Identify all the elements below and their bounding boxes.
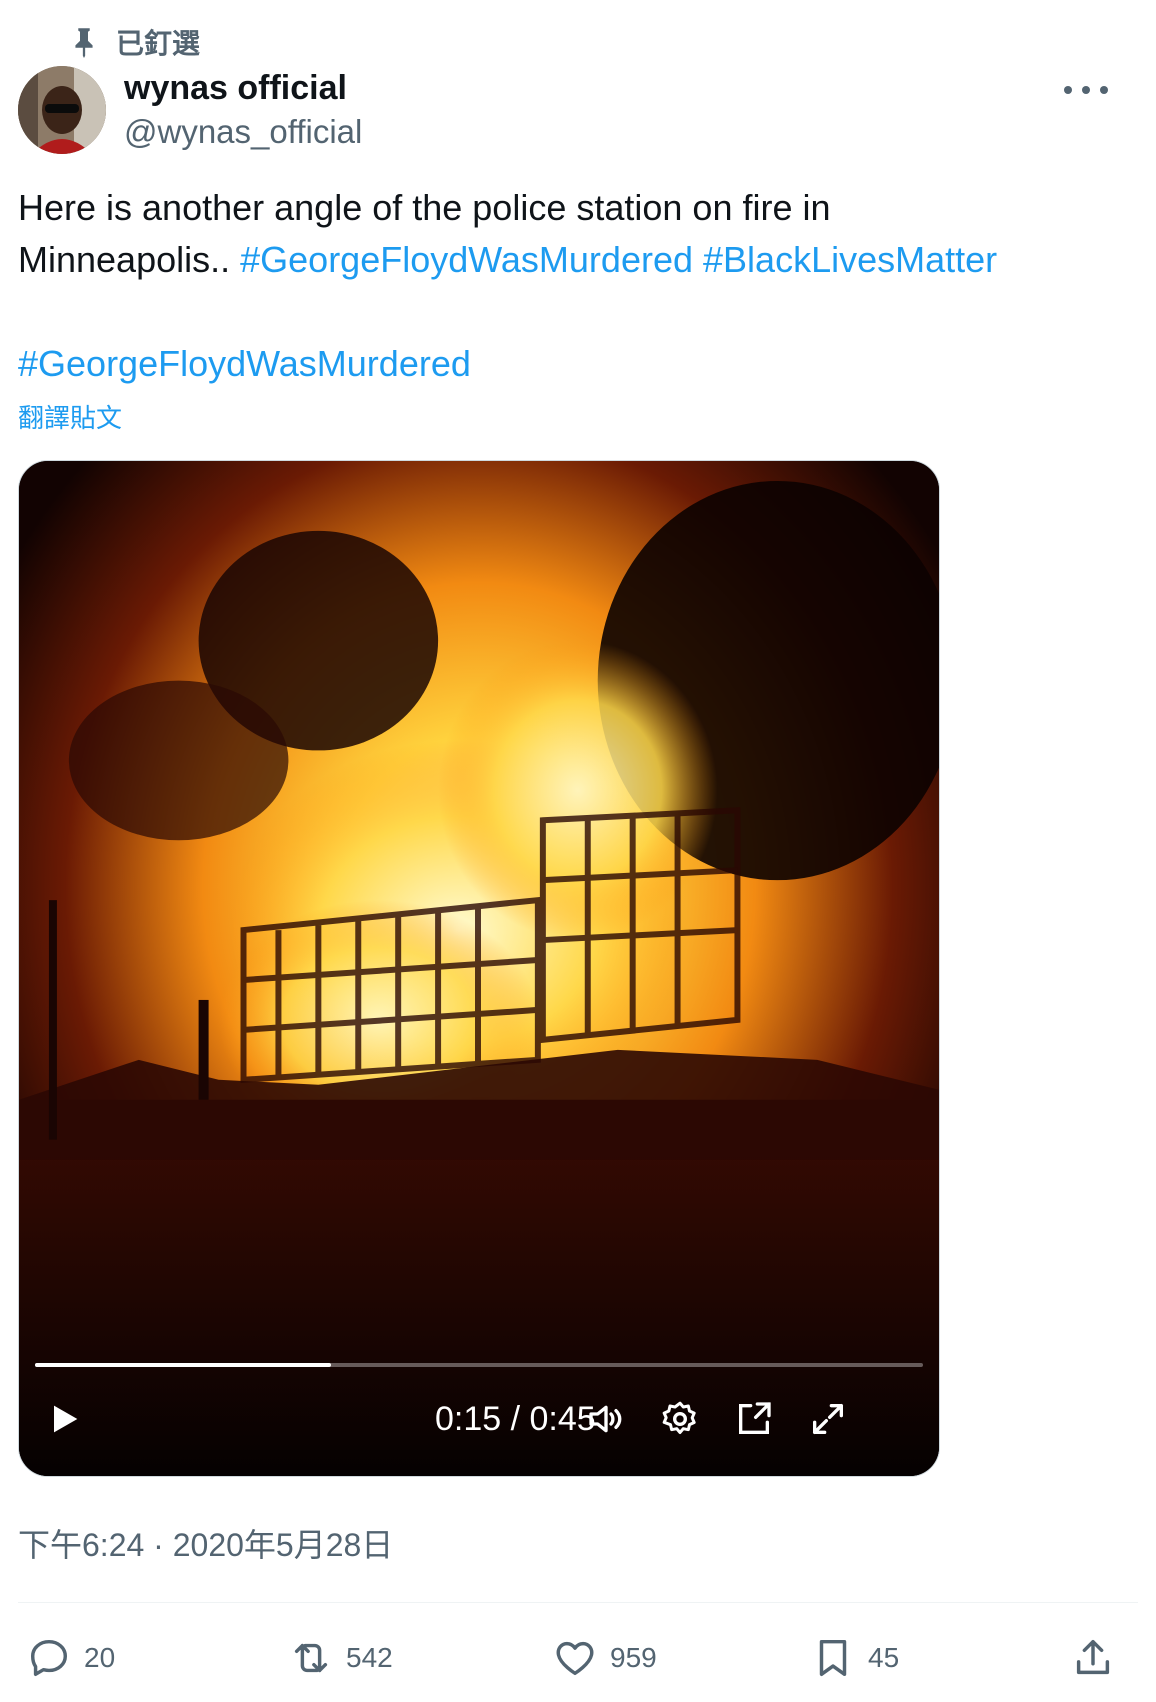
picture-in-picture-button[interactable] bbox=[729, 1387, 779, 1451]
tweet-text-line-1: Here is another angle of the police stat… bbox=[18, 187, 831, 228]
mute-button[interactable] bbox=[581, 1387, 631, 1451]
tweet-timestamp[interactable]: 下午6:24 · 2020年5月28日 bbox=[18, 1520, 393, 1566]
author-display-name[interactable]: wynas official bbox=[124, 66, 362, 110]
reply-count: 20 bbox=[84, 1642, 116, 1673]
bookmark-count: 45 bbox=[868, 1642, 900, 1673]
author-handle[interactable]: @wynas_official bbox=[124, 110, 362, 154]
bookmark-button[interactable]: 45 bbox=[810, 1628, 899, 1688]
action-bar: 20 542 959 45 bbox=[0, 1628, 1156, 1688]
repost-icon bbox=[294, 1643, 328, 1673]
hashtag-link[interactable]: #GeorgeFloydWasMurdered bbox=[240, 239, 693, 280]
play-button[interactable] bbox=[39, 1387, 89, 1451]
video-frame bbox=[19, 461, 939, 1476]
tweet-text: Here is another angle of the police stat… bbox=[18, 182, 1118, 390]
hashtag-link[interactable]: #BlackLivesMatter bbox=[703, 239, 997, 280]
volume-icon bbox=[589, 1405, 622, 1433]
author-block[interactable]: wynas official @wynas_official bbox=[124, 66, 362, 154]
more-dot-icon bbox=[1100, 86, 1108, 94]
video-controls: 0:15 / 0:45 bbox=[19, 1387, 939, 1451]
more-dot-icon bbox=[1082, 86, 1090, 94]
play-icon bbox=[54, 1405, 78, 1433]
video-progress-bar[interactable] bbox=[35, 1363, 923, 1367]
expand-icon bbox=[813, 1404, 843, 1434]
video-progress-fill bbox=[35, 1363, 331, 1367]
reply-icon bbox=[30, 1639, 68, 1677]
pinned-label: 已釘選 bbox=[116, 28, 201, 59]
tweet-text-line-2: Minneapolis.. #GeorgeFloydWasMurdered #B… bbox=[18, 234, 1118, 286]
hashtag-link[interactable]: #GeorgeFloydWasMurdered bbox=[18, 343, 471, 384]
video-player[interactable]: 0:15 / 0:45 bbox=[18, 460, 940, 1477]
pinned-indicator: 已釘選 bbox=[70, 22, 200, 62]
tweet-text-city: Minneapolis.. bbox=[18, 239, 241, 280]
share-button[interactable] bbox=[1070, 1628, 1116, 1688]
settings-button[interactable] bbox=[655, 1387, 705, 1451]
more-dot-icon bbox=[1064, 86, 1072, 94]
bookmark-icon bbox=[819, 1639, 847, 1677]
heart-icon bbox=[556, 1641, 594, 1676]
like-count: 959 bbox=[610, 1642, 657, 1673]
repost-button[interactable]: 542 bbox=[288, 1628, 393, 1688]
pin-icon bbox=[75, 28, 93, 58]
like-button[interactable]: 959 bbox=[552, 1628, 657, 1688]
translate-post-link[interactable]: 翻譯貼文 bbox=[18, 398, 122, 435]
avatar[interactable] bbox=[18, 66, 106, 154]
video-time-display: 0:15 / 0:45 bbox=[435, 1400, 596, 1438]
repost-count: 542 bbox=[346, 1642, 393, 1673]
reply-button[interactable]: 20 bbox=[26, 1628, 115, 1688]
share-icon bbox=[1076, 1639, 1110, 1675]
divider bbox=[18, 1602, 1138, 1603]
pip-icon bbox=[739, 1402, 771, 1434]
fullscreen-button[interactable] bbox=[803, 1387, 853, 1451]
more-options-button[interactable] bbox=[1064, 78, 1108, 102]
gear-icon bbox=[662, 1401, 696, 1434]
